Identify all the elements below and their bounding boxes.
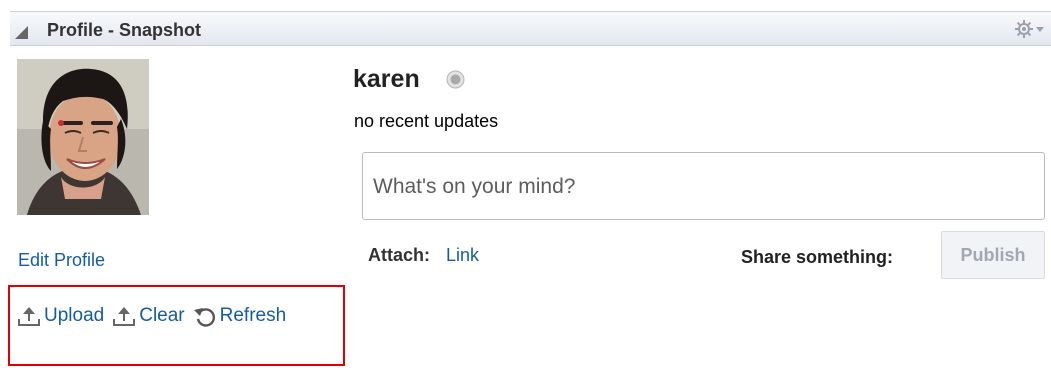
edit-profile-link[interactable]: Edit Profile (18, 250, 105, 271)
upload-icon (18, 307, 40, 326)
upload-label: Upload (44, 305, 105, 326)
clear-label: Clear (139, 305, 185, 326)
status-input[interactable]: What's on your mind? (362, 152, 1045, 220)
photo-actions: Upload Clear Refresh (17, 303, 294, 329)
profile-username: karen (353, 65, 420, 93)
clear-button[interactable]: Clear (112, 305, 185, 327)
attach-label: Attach: (368, 245, 430, 265)
presence-status-icon (446, 70, 465, 89)
publish-button[interactable]: Publish (941, 231, 1045, 279)
chevron-down-icon (1036, 27, 1044, 32)
panel-header: Profile - Snapshot (10, 11, 1051, 46)
gear-dropdown-icon[interactable] (1014, 19, 1048, 39)
refresh-label: Refresh (219, 305, 287, 326)
share-label: Share something: (741, 247, 894, 267)
collapse-triangle-icon[interactable] (15, 26, 28, 39)
avatar-photo (17, 59, 149, 215)
refresh-icon (193, 308, 215, 327)
status-input-placeholder: What's on your mind? (373, 175, 576, 198)
gear-icon (1015, 20, 1033, 38)
panel-title: Profile - Snapshot (47, 20, 202, 40)
refresh-button[interactable]: Refresh (193, 305, 287, 327)
avatar (17, 59, 149, 215)
clear-icon (113, 307, 136, 326)
status-message: no recent updates (354, 111, 499, 131)
attach-link[interactable]: Link (446, 245, 479, 266)
upload-button[interactable]: Upload (17, 305, 104, 327)
